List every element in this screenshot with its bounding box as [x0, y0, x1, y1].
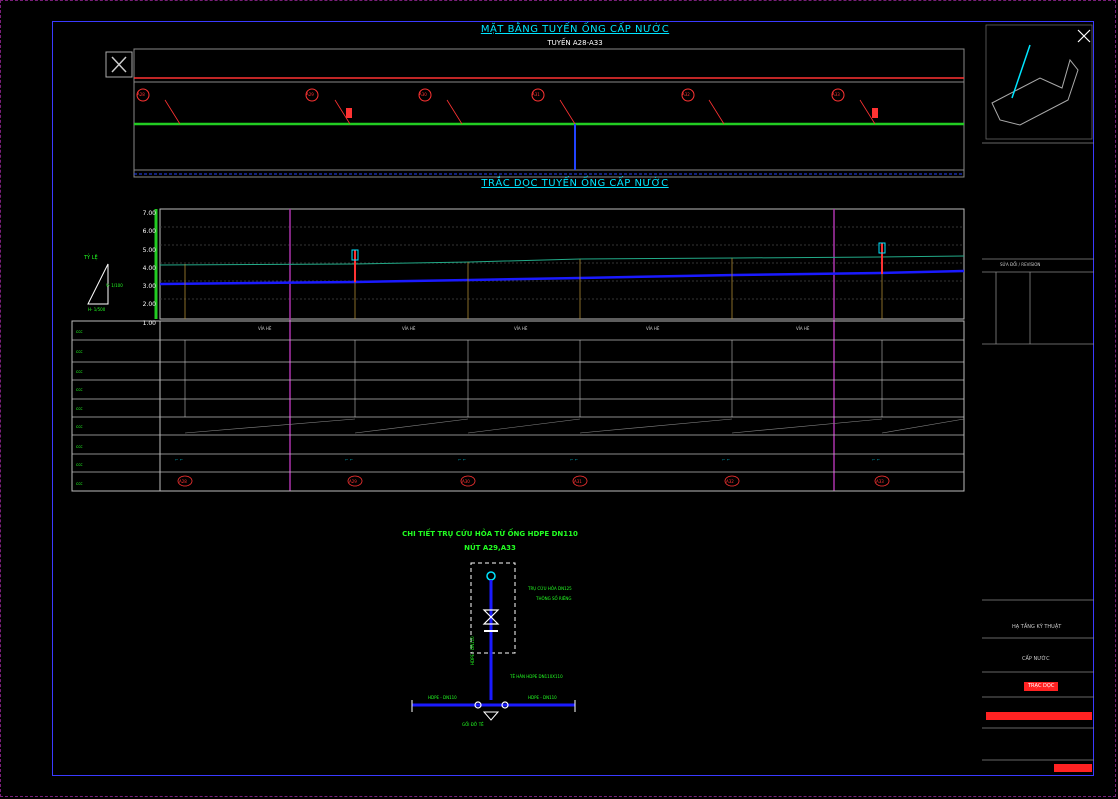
- table-node-label: A31: [574, 479, 582, 484]
- y-tick: 4.00: [142, 264, 156, 272]
- svg-text:⌐ ⌐: ⌐ ⌐: [345, 457, 353, 462]
- designer-name: HẠ TẦNG KỸ THUẬT: [1012, 624, 1062, 630]
- stamp-text: TRẠC DỌC: [1028, 683, 1055, 689]
- table-node-label: A32: [726, 479, 734, 484]
- svg-text:ccc: ccc: [76, 406, 83, 411]
- station-label: VỈA HÈ: [514, 326, 528, 331]
- station-label: VỈA HÈ: [796, 326, 810, 331]
- hscale: H- 1/500: [88, 307, 106, 312]
- compass-icon: [1077, 29, 1091, 43]
- svg-text:⌐ ⌐: ⌐ ⌐: [570, 457, 578, 462]
- pipe-right-label: HDPE - DN110: [528, 695, 557, 700]
- svg-text:ccc: ccc: [76, 329, 83, 334]
- svg-text:⌐ ⌐: ⌐ ⌐: [872, 457, 880, 462]
- discipline: CẤP NƯỚC: [1022, 656, 1050, 662]
- key-map: [985, 24, 1093, 140]
- scale-label: TỶ LỆ: [84, 255, 98, 261]
- revision-header: SỬA ĐỔI / REVISION: [1000, 262, 1041, 267]
- pipe-line-profile: [159, 269, 965, 286]
- svg-text:ccc: ccc: [76, 481, 83, 486]
- svg-text:⌐ ⌐: ⌐ ⌐: [175, 457, 183, 462]
- plan-node-label: A28: [137, 92, 145, 97]
- plan-node-label: A32: [682, 92, 690, 97]
- ground-line: [159, 255, 965, 266]
- svg-text:ccc: ccc: [76, 424, 83, 429]
- plan-node-label: A29: [306, 92, 314, 97]
- y-tick: 6.00: [142, 228, 156, 236]
- svg-text:ccc: ccc: [76, 387, 83, 392]
- y-axis: 7.00 6.00 5.00 4.00 3.00 2.00 1.00: [126, 205, 156, 333]
- svg-text:ccc: ccc: [76, 444, 83, 449]
- profile-table: [71, 320, 965, 492]
- hydrant-dashed-box: [470, 562, 516, 654]
- y-tick: 2.00: [142, 301, 156, 309]
- support-icon: [482, 711, 500, 721]
- plan-node-label: A30: [419, 92, 427, 97]
- hydrant-icon: [486, 571, 496, 581]
- support-label: GỐI ĐỠ TÊ: [462, 722, 484, 727]
- svg-text:⌐ ⌐: ⌐ ⌐: [722, 457, 730, 462]
- riser-label: HDPE - DN110: [470, 636, 475, 665]
- y-tick: 3.00: [142, 283, 156, 291]
- table-node-label: A29: [349, 479, 357, 484]
- table-node-label: A33: [876, 479, 884, 484]
- pipe-left-label: HDPE - DN110: [428, 695, 457, 700]
- table-node-label: A28: [179, 479, 187, 484]
- y-tick: 5.00: [142, 246, 156, 254]
- svg-text:ccc: ccc: [76, 369, 83, 374]
- svg-text:ccc: ccc: [76, 462, 83, 467]
- north-arrow-icon: [111, 56, 127, 73]
- profile-title: TRẮC DỌC TUYẾN ỐNG CẤP NƯỚC: [481, 178, 669, 189]
- profile-hydrant-a33: [878, 242, 886, 274]
- hydrant-sub: THÔNG SỐ RIÊNG: [536, 596, 572, 601]
- tee-label: TÊ HÀN HDPE DN110X110: [510, 674, 563, 679]
- scale-triangle-icon: [87, 263, 109, 305]
- station-label: VỈA HÈ: [402, 326, 416, 331]
- table-node-label: A30: [462, 479, 470, 484]
- y-tick: 1.00: [142, 319, 156, 327]
- svg-text:⌐ ⌐: ⌐ ⌐: [458, 457, 466, 462]
- drawing-canvas: ⌐ ⌐ ⌐ ⌐ ⌐ ⌐ ⌐ ⌐ ⌐ ⌐ ⌐ ⌐ ccccccccc ccccccccc …: [71, 24, 1094, 772]
- detail-subtitle: NÚT A29,A33: [464, 544, 516, 552]
- vscale: V- 1/100: [106, 283, 123, 288]
- y-tick: 7.00: [142, 210, 156, 217]
- svg-text:ccc: ccc: [76, 349, 83, 354]
- station-label: VỈA HÈ: [646, 326, 660, 331]
- plan-node-label: A33: [832, 92, 840, 97]
- profile-hydrant-a29: [351, 249, 359, 282]
- detail-title: CHI TIẾT TRỤ CỨU HỎA TỪ ỐNG HDPE DN110: [402, 530, 578, 538]
- hydrant-label: TRỤ CỨU HỎA DN125: [528, 586, 572, 591]
- plan-band: [133, 48, 965, 178]
- station-label: VỈA HÈ: [258, 326, 272, 331]
- plan-node-label: A31: [532, 92, 540, 97]
